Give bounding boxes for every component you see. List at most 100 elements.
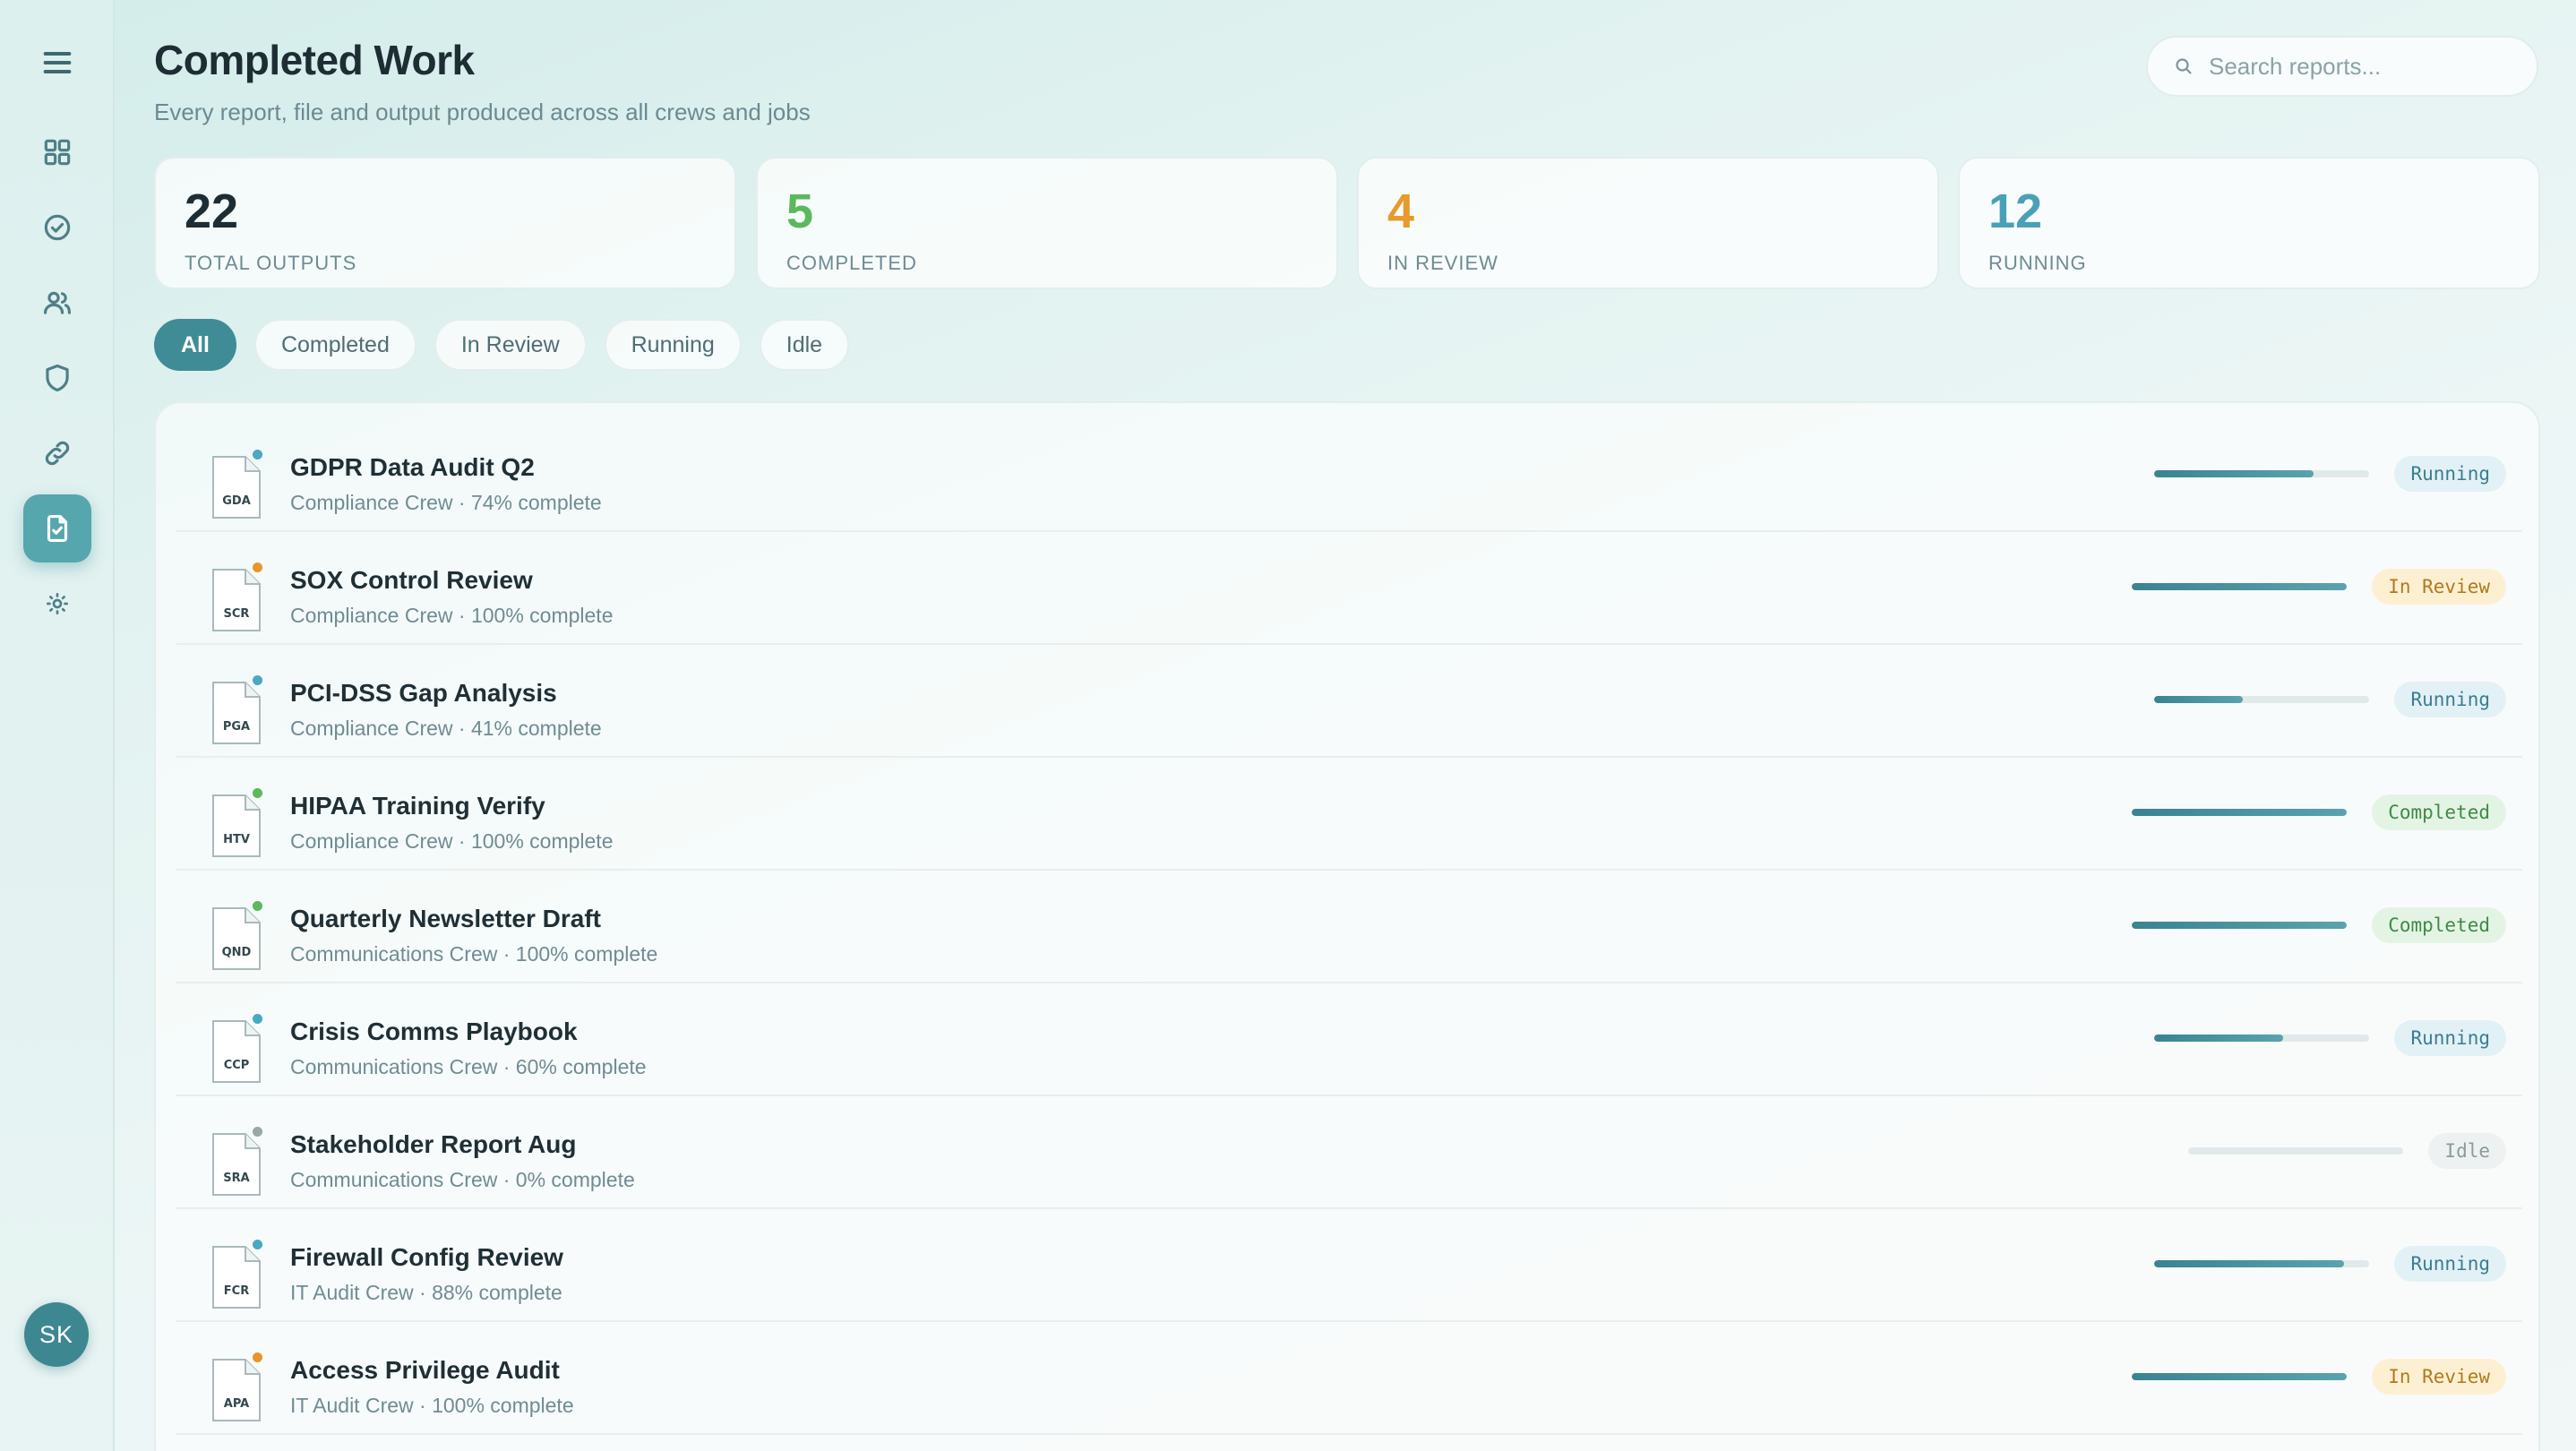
avatar[interactable]: SK xyxy=(24,1302,89,1367)
file-abbr: HTV xyxy=(223,833,250,846)
report-meta: Compliance Crew · 100% complete xyxy=(290,829,614,853)
report-meta: IT Audit Crew · 88% complete xyxy=(290,1281,562,1304)
progress-bar xyxy=(2132,583,2348,590)
file-icon: SCR xyxy=(211,568,262,632)
status-badge: Running xyxy=(2394,1020,2506,1056)
list-item[interactable]: QND Quarterly Newsletter Draft Communica… xyxy=(176,871,2522,983)
stat-value: 4 xyxy=(1387,185,1415,238)
progress-fill xyxy=(2154,1260,2344,1267)
progress-bar xyxy=(2154,1260,2370,1267)
report-title[interactable]: HIPAA Training Verify xyxy=(290,792,545,820)
progress-bar xyxy=(2132,922,2348,929)
stat-value: 5 xyxy=(786,185,814,238)
status-badge: Completed xyxy=(2372,794,2506,830)
row-status-area: Idle xyxy=(2188,1132,2506,1170)
file-abbr: GDA xyxy=(222,494,251,508)
list-item[interactable]: FCR Firewall Config Review IT Audit Crew… xyxy=(176,1209,2522,1322)
report-title[interactable]: PCI-DSS Gap Analysis xyxy=(290,679,557,708)
filter-running[interactable]: Running xyxy=(604,319,742,371)
status-badge: Idle xyxy=(2428,1133,2506,1169)
list-item[interactable]: GDA GDPR Data Audit Q2 Compliance Crew ·… xyxy=(176,419,2522,532)
filter-all[interactable]: All xyxy=(154,319,236,371)
report-title[interactable]: Quarterly Newsletter Draft xyxy=(290,905,601,933)
search-input[interactable] xyxy=(2209,52,2531,81)
progress-bar xyxy=(2188,1147,2404,1155)
status-dot xyxy=(253,675,262,685)
row-status-area: Running xyxy=(2154,455,2506,493)
stat-card-total: 22 TOTAL OUTPUTS xyxy=(154,157,736,289)
progress-bar xyxy=(2132,809,2348,816)
sidebar: SK xyxy=(0,0,115,1451)
app-root: SK Completed Work Every report, file and… xyxy=(0,0,2576,1451)
report-meta: Communications Crew · 0% complete xyxy=(290,1168,635,1191)
report-title[interactable]: Crisis Comms Playbook xyxy=(290,1017,578,1046)
list-item[interactable]: SCR SOX Control Review Compliance Crew ·… xyxy=(176,532,2522,645)
shield-icon[interactable] xyxy=(23,344,91,412)
file-icon: SRA xyxy=(211,1132,262,1197)
progress-fill xyxy=(2154,470,2314,477)
progress-bar xyxy=(2154,1035,2370,1042)
stat-value: 12 xyxy=(1988,185,2043,238)
list-item[interactable]: PGA PCI-DSS Gap Analysis Compliance Crew… xyxy=(176,645,2522,758)
filter-in-review[interactable]: In Review xyxy=(434,319,587,371)
users-icon[interactable] xyxy=(23,269,91,337)
report-title[interactable]: GDPR Data Audit Q2 xyxy=(290,453,535,482)
stat-label: TOTAL OUTPUTS xyxy=(185,252,357,274)
list-item[interactable]: SRA Stakeholder Report Aug Communication… xyxy=(176,1096,2522,1209)
reports-list: GDA GDPR Data Audit Q2 Compliance Crew ·… xyxy=(154,401,2540,1451)
page-title: Completed Work xyxy=(154,37,475,83)
check-circle-icon[interactable] xyxy=(23,193,91,262)
search-box[interactable] xyxy=(2146,36,2538,97)
filter-completed[interactable]: Completed xyxy=(253,319,416,371)
file-abbr: CCP xyxy=(223,1059,250,1072)
file-icon: PGA xyxy=(211,681,262,745)
status-dot xyxy=(253,901,262,911)
page-subtitle: Every report, file and output produced a… xyxy=(154,99,811,125)
list-item[interactable]: HTV HIPAA Training Verify Compliance Cre… xyxy=(176,758,2522,871)
row-status-area: Completed xyxy=(2132,794,2506,831)
list-item[interactable]: APA Access Privilege Audit IT Audit Crew… xyxy=(176,1322,2522,1435)
progress-fill xyxy=(2154,1035,2284,1042)
dashboard-grid-icon[interactable] xyxy=(23,118,91,186)
progress-fill xyxy=(2132,809,2348,816)
link-icon[interactable] xyxy=(23,419,91,487)
status-badge: Running xyxy=(2394,1246,2506,1282)
stat-card-in-review: 4 IN REVIEW xyxy=(1357,157,1939,289)
progress-bar xyxy=(2154,470,2370,477)
report-title[interactable]: SOX Control Review xyxy=(290,566,533,595)
progress-bar xyxy=(2132,1373,2348,1380)
report-meta: Compliance Crew · 100% complete xyxy=(290,604,614,627)
stat-label: COMPLETED xyxy=(786,252,917,274)
status-dot xyxy=(253,788,262,798)
report-title[interactable]: Firewall Config Review xyxy=(290,1243,563,1272)
stat-label: IN REVIEW xyxy=(1387,252,1498,274)
file-icon: GDA xyxy=(211,455,262,519)
status-dot xyxy=(253,1240,262,1249)
status-dot xyxy=(253,1127,262,1137)
row-status-area: Running xyxy=(2154,681,2506,718)
report-meta: IT Audit Crew · 100% complete xyxy=(290,1394,574,1417)
file-abbr: QND xyxy=(221,946,252,959)
file-check-icon[interactable] xyxy=(23,494,91,562)
report-title[interactable]: Access Privilege Audit xyxy=(290,1356,560,1385)
status-dot xyxy=(253,1014,262,1024)
file-abbr: SRA xyxy=(223,1172,250,1185)
report-meta: Compliance Crew · 74% complete xyxy=(290,491,602,514)
list-item[interactable]: CCP Crisis Comms Playbook Communications… xyxy=(176,983,2522,1096)
filter-idle[interactable]: Idle xyxy=(759,319,850,371)
file-abbr: SCR xyxy=(223,607,250,621)
report-meta: Communications Crew · 60% complete xyxy=(290,1055,647,1078)
menu-icon[interactable] xyxy=(23,29,91,97)
row-status-area: Completed xyxy=(2132,906,2506,944)
progress-fill xyxy=(2154,696,2243,703)
progress-fill xyxy=(2132,583,2348,590)
row-status-area: In Review xyxy=(2132,1358,2506,1395)
file-icon: CCP xyxy=(211,1019,262,1084)
settings-sun-icon[interactable] xyxy=(23,570,91,638)
row-status-area: Running xyxy=(2154,1019,2506,1057)
stat-card-completed: 5 COMPLETED xyxy=(756,157,1338,289)
file-icon: QND xyxy=(211,906,262,971)
report-title[interactable]: Stakeholder Report Aug xyxy=(290,1130,576,1159)
stat-label: RUNNING xyxy=(1988,252,2087,274)
progress-fill xyxy=(2132,1373,2348,1380)
